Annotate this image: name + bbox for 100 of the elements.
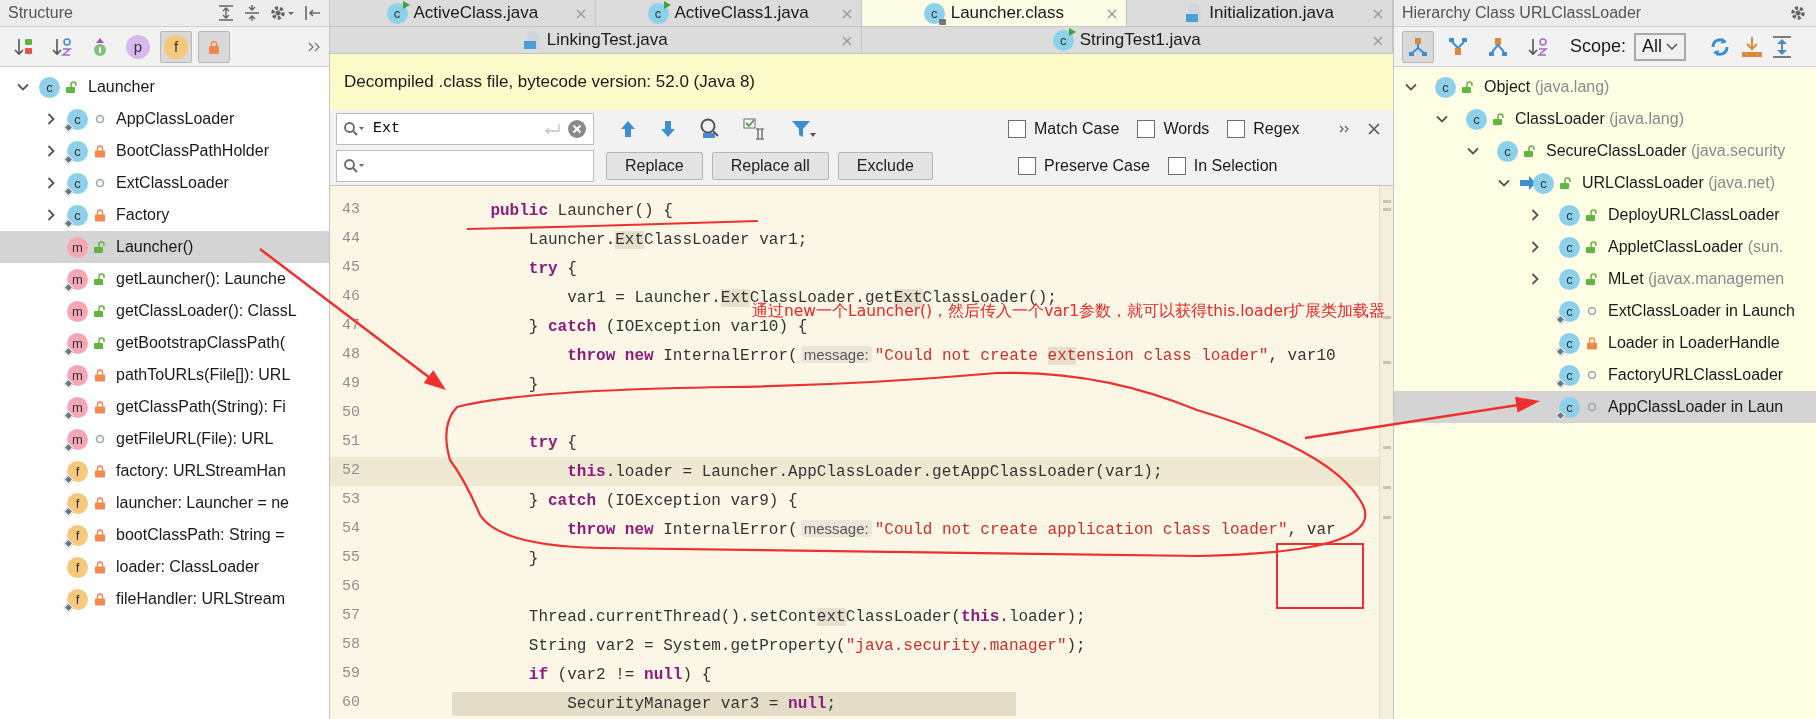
- line-number: 58: [341, 635, 361, 656]
- code-line: public Launcher() {: [489, 200, 673, 222]
- line-number: 48: [341, 345, 361, 366]
- checkbox-option[interactable]: Words: [1137, 117, 1210, 141]
- checkbox-option[interactable]: In Selection: [1167, 154, 1278, 178]
- method-icon: m: [67, 236, 88, 258]
- tree-item[interactable]: f fileHandler: URLStream: [0, 583, 329, 615]
- close-icon[interactable]: [1367, 122, 1381, 136]
- file-tab[interactable]: Initialization.java: [1127, 0, 1393, 26]
- toolbar-button[interactable]: [1402, 30, 1434, 63]
- tree-item[interactable]: c AppClassLoader: [0, 103, 329, 135]
- code-line: }: [527, 548, 539, 570]
- filter-icon[interactable]: [790, 118, 816, 140]
- clear-icon[interactable]: [567, 119, 587, 139]
- action-button[interactable]: Replace all: [711, 152, 829, 180]
- class-icon: c: [386, 2, 408, 24]
- line-number: 54: [341, 519, 361, 540]
- more-icon[interactable]: [1339, 123, 1351, 135]
- tree-item[interactable]: m getClassLoader(): ClassL: [0, 295, 329, 327]
- file-tab[interactable]: LinkingTest.java: [330, 27, 862, 53]
- expand-all-icon[interactable]: [217, 4, 235, 22]
- item-label: Launcher(): [116, 237, 194, 257]
- search-icon[interactable]: [343, 121, 365, 137]
- sort-alpha-icon: [51, 35, 73, 58]
- tree-item[interactable]: m getClassPath(String): Fi: [0, 391, 329, 423]
- hide-panel-icon[interactable]: [303, 4, 321, 22]
- tree-item[interactable]: m pathToURLs(File[]): URL: [0, 359, 329, 391]
- checkbox-option[interactable]: Match Case: [1008, 117, 1120, 141]
- toolbar-button[interactable]: [198, 30, 230, 63]
- tree-item[interactable]: f launcher: Launcher = ne: [0, 487, 329, 519]
- item-label: DeployURLClassLoader: [1608, 205, 1780, 225]
- code-line: throw new InternalError( message: "Could not create extension class loader", var10: [566, 344, 1336, 367]
- item-label: getClassPath(String): Fi: [116, 397, 286, 417]
- line-number: 45: [341, 258, 361, 279]
- checkbox-option[interactable]: Regex: [1227, 117, 1300, 141]
- tree-item[interactable]: c ExtClassLoader in Launch: [1394, 295, 1816, 327]
- tree-item[interactable]: c ExtClassLoader: [0, 167, 329, 199]
- export-icon[interactable]: [1740, 34, 1765, 59]
- action-button[interactable]: Replace: [606, 152, 703, 180]
- code-line: this.loader = Launcher.AppClassLoader.getAppClassLoader(var1);: [566, 461, 1163, 483]
- tree-item[interactable]: m getBootstrapClassPath(: [0, 327, 329, 359]
- tree-item[interactable]: c AppletClassLoader (sun.: [1394, 231, 1816, 263]
- replace-field[interactable]: [336, 150, 594, 182]
- search-input[interactable]: Ext: [371, 116, 537, 142]
- class-icon: c: [923, 2, 945, 24]
- file-tab[interactable]: c ActiveClass.java: [330, 0, 596, 26]
- item-label: ClassLoader (java.lang): [1515, 109, 1684, 129]
- item-label: Launcher: [88, 77, 155, 97]
- item-label: Loader in LoaderHandle: [1608, 333, 1780, 353]
- file-tab[interactable]: c Launcher.class: [861, 0, 1128, 26]
- tree-item[interactable]: m Launcher(): [0, 231, 329, 263]
- panel-title: Structure: [8, 3, 73, 23]
- tree-item[interactable]: f bootClassPath: String =: [0, 519, 329, 551]
- item-label: Object (java.lang): [1484, 77, 1610, 97]
- tree-item[interactable]: c BootClassPathHolder: [0, 135, 329, 167]
- info-banner: Decompiled .class file, bytecode version: 52.0 (Java 8): [330, 54, 1393, 110]
- tree-item[interactable]: c AppClassLoader in Laun: [1394, 391, 1816, 423]
- tree-item[interactable]: c DeployURLClassLoader: [1394, 199, 1816, 231]
- tree-item[interactable]: c SecureClassLoader (java.security: [1394, 135, 1816, 167]
- up-arrow-icon[interactable]: [618, 119, 638, 139]
- tree-item[interactable]: c MLet (javax.managemen: [1394, 263, 1816, 295]
- action-button[interactable]: Exclude: [837, 152, 933, 180]
- search-field[interactable]: Ext: [336, 113, 594, 145]
- scope-dropdown[interactable]: All: [1634, 32, 1687, 61]
- item-label: AppClassLoader in Laun: [1608, 397, 1784, 417]
- subtypes-icon: [1487, 35, 1509, 58]
- checkbox-option[interactable]: Preserve Case: [1018, 154, 1150, 178]
- class-icon: c: [1559, 236, 1580, 258]
- method-icon: m: [67, 300, 88, 322]
- tree-item[interactable]: c ClassLoader (java.lang): [1394, 103, 1816, 135]
- tree-item[interactable]: c Factory: [0, 199, 329, 231]
- line-number: 46: [341, 287, 361, 308]
- tree-item[interactable]: c Object (java.lang): [1394, 71, 1816, 103]
- sort-alpha-icon: [1527, 35, 1549, 58]
- collapse-all-icon[interactable]: [243, 4, 261, 22]
- scope-label: Scope:: [1570, 35, 1627, 58]
- tree-item[interactable]: m getLauncher(): Launche: [0, 263, 329, 295]
- file-tab[interactable]: c ActiveClass1.java: [595, 0, 862, 26]
- tree-item[interactable]: c Launcher: [0, 71, 329, 103]
- tree-item[interactable]: f factory: URLStreamHan: [0, 455, 329, 487]
- tree-item[interactable]: m getFileURL(File): URL: [0, 423, 329, 455]
- item-label: launcher: Launcher = ne: [116, 493, 289, 513]
- item-label: AppClassLoader: [116, 109, 235, 129]
- down-arrow-icon[interactable]: [658, 119, 678, 139]
- tree-item[interactable]: c URLClassLoader (java.net): [1394, 167, 1816, 199]
- line-number: 50: [341, 403, 361, 424]
- settings-icon[interactable]: [1788, 4, 1808, 22]
- line-number: 51: [341, 432, 361, 453]
- file-tab[interactable]: c StringTest1.java: [861, 27, 1393, 53]
- expand-all-icon[interactable]: [1772, 34, 1793, 59]
- tree-item[interactable]: f loader: ClassLoader: [0, 551, 329, 583]
- item-label: loader: ClassLoader: [116, 557, 260, 577]
- line-number: 56: [341, 577, 361, 598]
- search-icon[interactable]: [343, 158, 365, 174]
- tree-item[interactable]: c Loader in LoaderHandle: [1394, 327, 1816, 359]
- code-line: Thread.currentThread().setContextClassLoader(this.loader);: [527, 606, 1086, 628]
- settings-icon[interactable]: [269, 4, 295, 22]
- tree-item[interactable]: c FactoryURLClassLoader: [1394, 359, 1816, 391]
- code-line: if (var2 != null) {: [527, 664, 712, 686]
- code-line: }: [527, 374, 539, 396]
